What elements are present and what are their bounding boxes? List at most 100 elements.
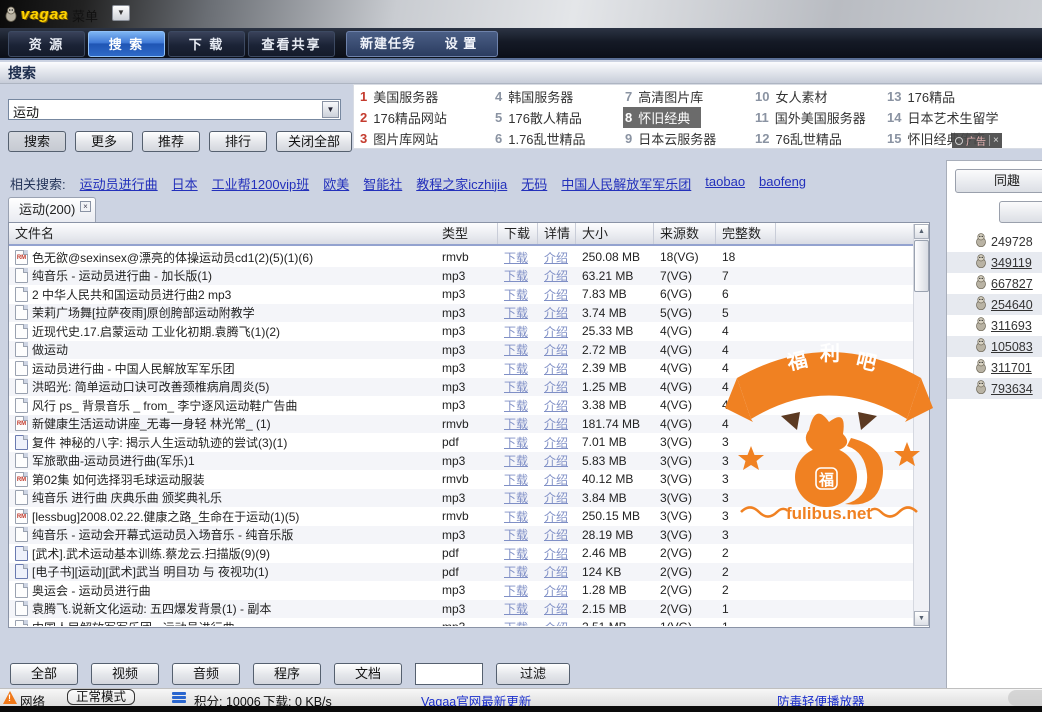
detail-link[interactable]: 介绍 [538,489,576,506]
detail-link[interactable]: 介绍 [538,397,576,414]
column-header-size[interactable]: 大小 [576,223,654,244]
download-link[interactable]: 下载 [498,397,538,414]
download-link[interactable]: 下载 [498,508,538,525]
scrollbar-thumb[interactable] [914,240,929,292]
close-all-button[interactable]: 关闭全部 [276,131,352,152]
download-link[interactable]: 下载 [498,304,538,321]
detail-link[interactable]: 介绍 [538,434,576,451]
user-row[interactable]: 667827 [947,273,1042,294]
download-link[interactable]: 下载 [498,526,538,543]
detail-link[interactable]: 介绍 [538,286,576,303]
column-header-detail[interactable]: 详情 [538,223,576,244]
detail-link[interactable]: 介绍 [538,378,576,395]
ad-server-item[interactable]: 8怀旧经典 [623,107,701,128]
ad-close-icon[interactable]: × [989,135,999,146]
detail-link[interactable]: 介绍 [538,582,576,599]
table-row[interactable]: [电子书][运动][武术]武当 明目功 与 夜视功(1)pdf下载介绍124 K… [9,563,913,582]
scroll-down-icon[interactable]: ▼ [914,611,929,626]
detail-link[interactable]: 介绍 [538,508,576,525]
column-header-download[interactable]: 下载 [498,223,538,244]
related-search-link[interactable]: 日本 [172,174,198,193]
user-row[interactable]: 311701 [947,357,1042,378]
user-id-link[interactable]: 311701 [991,361,1032,375]
result-tab-close-icon[interactable]: × [80,201,91,212]
ad-server-item[interactable]: 9日本云服务器 [623,128,753,149]
side-panel-secondary-button[interactable] [999,201,1042,223]
user-id-link[interactable]: 311693 [991,319,1032,333]
detail-link[interactable]: 介绍 [538,323,576,340]
table-row[interactable]: 奥运会 - 运动员进行曲mp3下载介绍1.28 MB2(VG)2 [9,581,913,600]
detail-link[interactable]: 介绍 [538,526,576,543]
filter-doc-button[interactable]: 文档 [334,663,402,685]
download-link[interactable]: 下载 [498,619,538,626]
download-link[interactable]: 下载 [498,452,538,469]
table-row[interactable]: 纯音乐 - 运动员进行曲 - 加长版(1)mp3下载介绍63.21 MB7(VG… [9,267,913,286]
same-interest-button[interactable]: 同趣 [955,169,1042,193]
ad-server-item[interactable]: 3图片库网站 [358,128,493,149]
related-search-link[interactable]: baofeng [759,174,806,193]
table-row[interactable]: 运动员进行曲 - 中国人民解放军军乐团mp3下载介绍2.39 MB4(VG)4 [9,359,913,378]
detail-link[interactable]: 介绍 [538,267,576,284]
detail-link[interactable]: 介绍 [538,415,576,432]
user-id-link[interactable]: 349119 [991,256,1032,270]
ad-server-item[interactable]: 4韩国服务器 [493,86,623,107]
settings-button[interactable]: 设 置 [430,32,492,56]
ad-server-item[interactable]: 61.76乱世精品 [493,128,623,149]
user-row[interactable]: 349119 [947,252,1042,273]
mode-button[interactable]: 正常模式 [67,689,135,705]
download-link[interactable]: 下载 [498,489,538,506]
filter-video-button[interactable]: 视频 [91,663,159,685]
filter-audio-button[interactable]: 音频 [172,663,240,685]
tab-search[interactable]: 搜 索 [88,31,165,57]
related-search-link[interactable]: 智能社 [363,174,402,193]
column-header-complete[interactable]: 完整数 [716,223,776,244]
column-header-filename[interactable]: 文件名 [9,223,436,244]
filter-program-button[interactable]: 程序 [253,663,321,685]
menu-button[interactable]: 菜单 [72,6,98,25]
table-row[interactable]: 洪昭光: 简单运动口诀可改善颈椎病肩周炎(5)mp3下载介绍1.25 MB4(V… [9,378,913,397]
scroll-up-icon[interactable]: ▲ [914,224,929,239]
detail-link[interactable]: 介绍 [538,471,576,488]
table-row[interactable]: 做运动mp3下载介绍2.72 MB4(VG)4 [9,341,913,360]
filter-input[interactable] [415,663,483,685]
ad-server-item[interactable]: 13176精品 [885,86,1037,107]
tab-download[interactable]: 下 载 [168,31,245,57]
detail-link[interactable]: 介绍 [538,249,576,266]
table-row[interactable]: 风行 ps_ 背景音乐 _ from_ 李宁逐风运动鞋广告曲mp3下载介绍3.3… [9,396,913,415]
detail-link[interactable]: 介绍 [538,619,576,626]
search-button[interactable]: 搜索 [8,131,66,152]
filter-button[interactable]: 过滤 [496,663,570,685]
recommend-button[interactable]: 推荐 [142,131,200,152]
user-id-link[interactable]: 105083 [991,340,1033,354]
ad-server-item[interactable]: 14日本艺术生留学 [885,107,1037,128]
ad-server-item[interactable]: 11国外美国服务器 [753,107,885,128]
related-search-link[interactable]: taobao [705,174,745,193]
table-row[interactable]: 茉莉广场舞[拉萨夜雨]原创胯部运动附教学mp3下载介绍3.74 MB5(VG)5 [9,304,913,323]
download-link[interactable]: 下载 [498,434,538,451]
download-link[interactable]: 下载 [498,267,538,284]
table-vertical-scrollbar[interactable]: ▲ ▼ [913,224,929,626]
column-header-sources[interactable]: 来源数 [654,223,716,244]
user-row[interactable]: 105083 [947,336,1042,357]
related-search-link[interactable]: 运动员进行曲 [80,174,158,193]
download-link[interactable]: 下载 [498,600,538,617]
tab-resources[interactable]: 资 源 [8,31,85,57]
ad-server-item[interactable]: 10女人素材 [753,86,885,107]
user-id-link[interactable]: 249728 [991,235,1033,249]
download-link[interactable]: 下载 [498,360,538,377]
combobox-dropdown-icon[interactable]: ▼ [322,101,339,118]
ad-server-item[interactable]: 2176精品网站 [358,107,493,128]
download-link[interactable]: 下载 [498,582,538,599]
download-link[interactable]: 下载 [498,545,538,562]
new-task-button[interactable]: 新建任务 [352,32,424,56]
download-link[interactable]: 下载 [498,286,538,303]
table-row[interactable]: 近现代史.17.启蒙运动 工业化初期.袁腾飞(1)(2)mp3下载介绍25.33… [9,322,913,341]
table-row[interactable]: RM色无欲@sexinsex@漂亮的体操运动员cd1(2)(5)(1)(6)rm… [9,248,913,267]
table-row[interactable]: 复件 神秘的八字: 揭示人生运动轨迹的尝试(3)(1)pdf下载介绍7.01 M… [9,433,913,452]
search-combobox[interactable]: 运动 ▼ [8,99,341,120]
related-search-link[interactable]: 欧美 [323,174,349,193]
ad-server-item[interactable]: 1276乱世精品 [753,128,885,149]
download-link[interactable]: 下载 [498,378,538,395]
user-row[interactable]: 311693 [947,315,1042,336]
more-button[interactable]: 更多 [75,131,133,152]
